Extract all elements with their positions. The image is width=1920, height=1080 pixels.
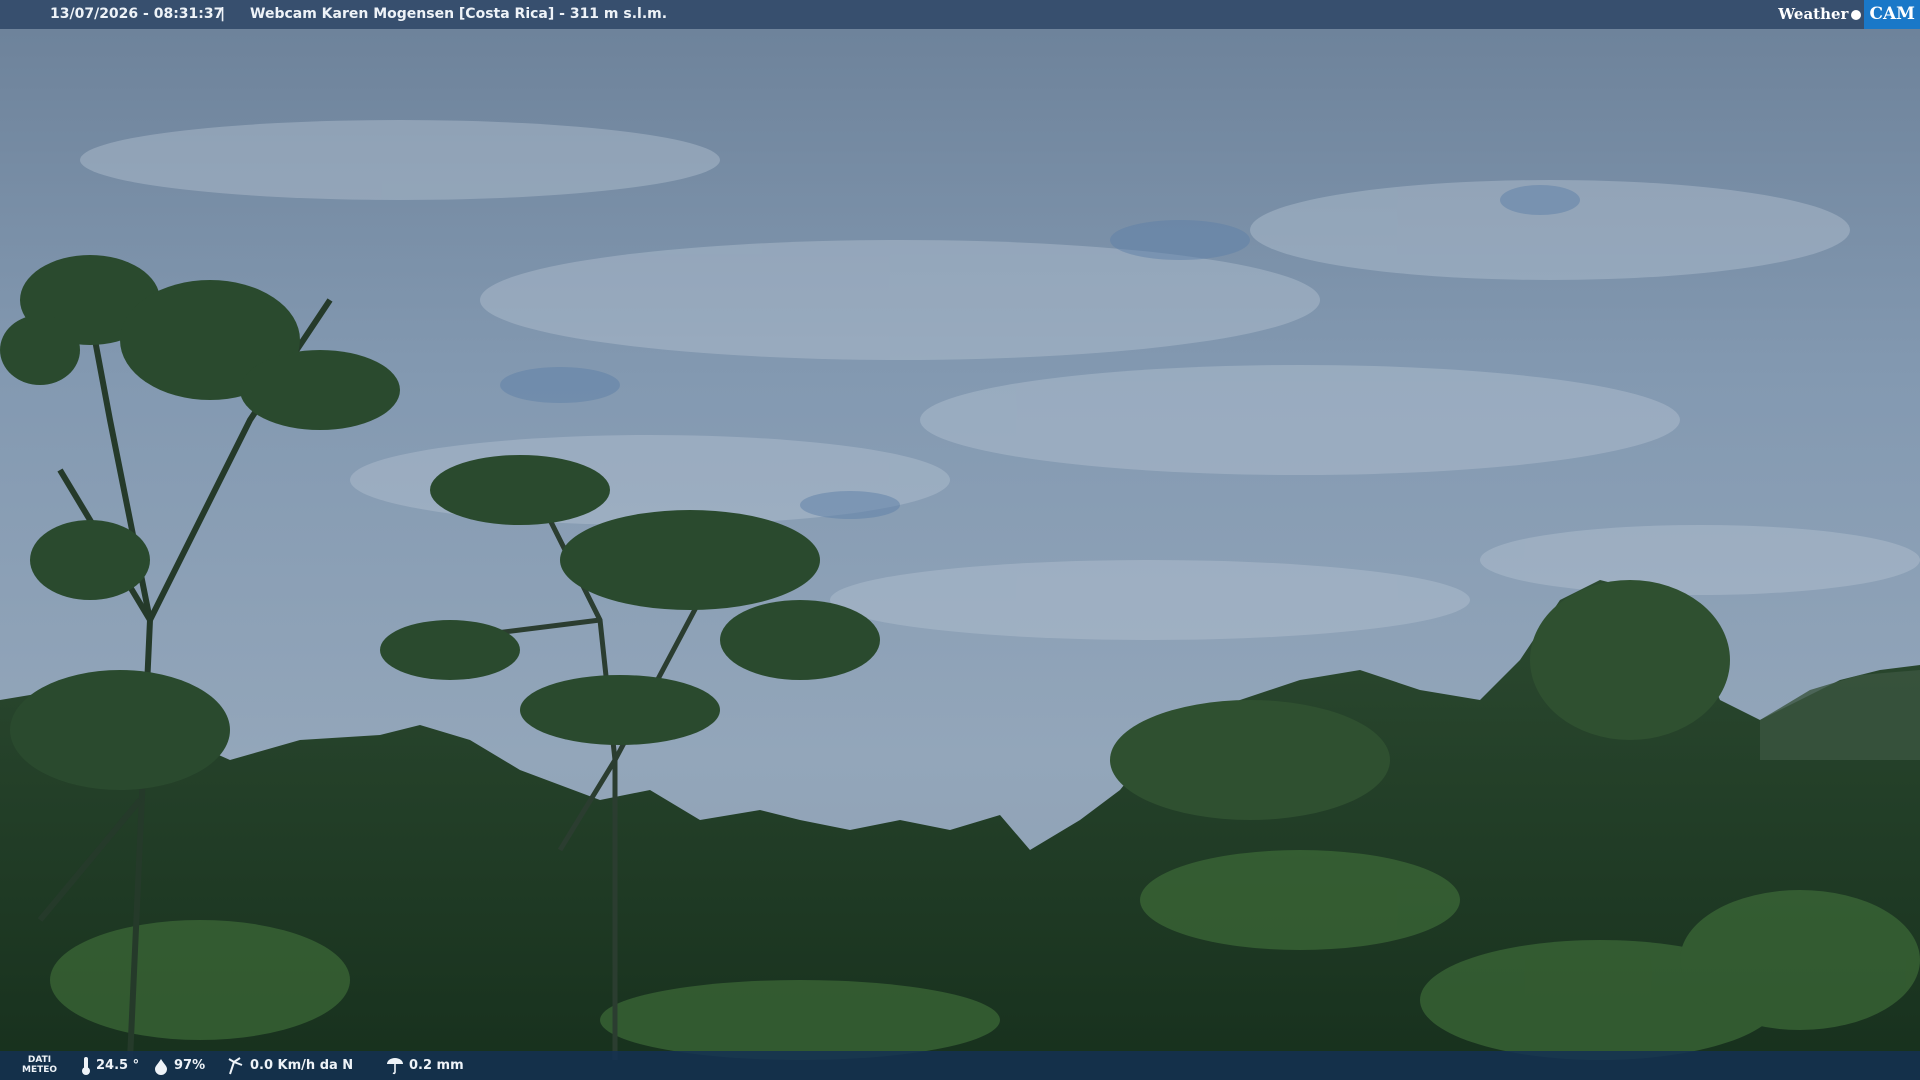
humidity-icon bbox=[155, 1058, 167, 1075]
webcam-title: Webcam Karen Mogensen [Costa Rica] - 311… bbox=[250, 6, 668, 22]
humidity-value: 97% bbox=[174, 1058, 206, 1073]
logo-dot-icon bbox=[1851, 9, 1862, 20]
webcam-image bbox=[0, 0, 1920, 1080]
rain-reading: 0.2 mm bbox=[385, 1051, 464, 1080]
top-info-bar: 13/07/2026 - 08:31:37 | Webcam Karen Mog… bbox=[0, 0, 1920, 29]
rain-icon bbox=[387, 1057, 403, 1074]
logo-cam-text: CAM bbox=[1864, 0, 1920, 29]
title-separator: | bbox=[220, 6, 226, 22]
weather-label-line1: DATI bbox=[27, 1055, 52, 1065]
humidity-reading: 97% bbox=[152, 1051, 205, 1080]
weather-data-label: DATI METEO bbox=[22, 1055, 57, 1075]
weathercam-logo: Weather CAM bbox=[1778, 0, 1920, 29]
wind-value: 0.0 Km/h da N bbox=[250, 1058, 354, 1073]
wind-reading: 0.0 Km/h da N bbox=[226, 1051, 353, 1080]
weather-data-bar: DATI METEO 24.5 ° 97% 0.0 Km/h da N 0.2 … bbox=[0, 1051, 1920, 1080]
rain-value: 0.2 mm bbox=[409, 1058, 464, 1073]
weather-label-line2: METEO bbox=[22, 1065, 58, 1075]
logo-weather-text: Weather bbox=[1778, 5, 1849, 23]
thermometer-icon bbox=[82, 1056, 90, 1075]
temperature-reading: 24.5 ° bbox=[80, 1051, 139, 1080]
wind-icon bbox=[228, 1056, 243, 1074]
temperature-value: 24.5 ° bbox=[96, 1058, 140, 1073]
datetime-label: 13/07/2026 - 08:31:37 bbox=[50, 6, 224, 22]
